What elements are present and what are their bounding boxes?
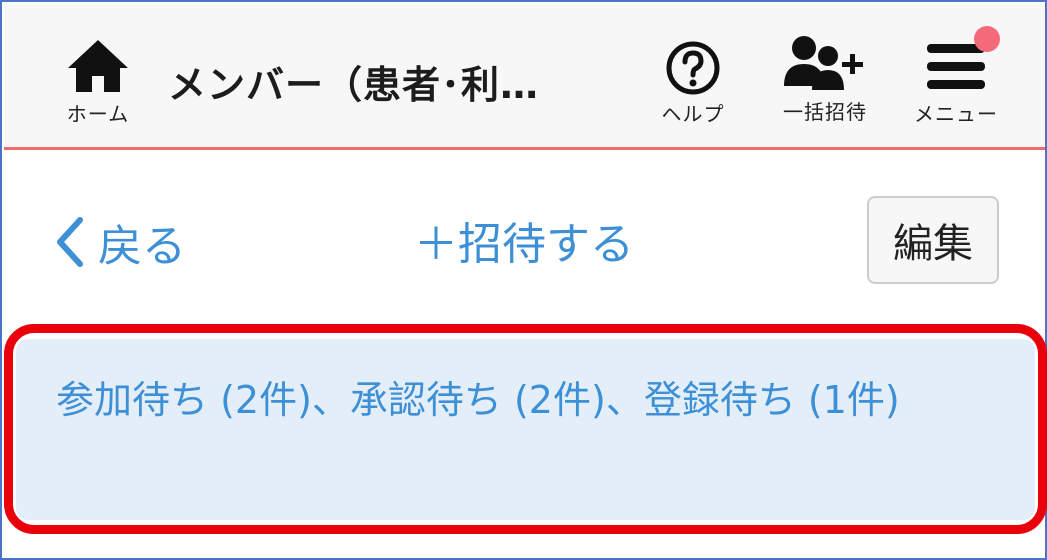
help-label: ヘルプ bbox=[661, 102, 725, 126]
app-frame: ホーム メンバー（患者･利… ヘルプ 一括招待 メニュー 戻る ＋招待する 編集… bbox=[0, 0, 1047, 560]
bulk-invite-button[interactable]: 一括招待 bbox=[770, 34, 880, 125]
edit-button[interactable]: 編集 bbox=[867, 196, 999, 284]
bulk-invite-label: 一括招待 bbox=[783, 100, 867, 124]
help-button[interactable]: ヘルプ bbox=[652, 40, 734, 127]
back-button[interactable]: 戻る bbox=[54, 210, 186, 274]
page-title: メンバー（患者･利… bbox=[168, 63, 540, 107]
invite-button[interactable]: ＋招待する bbox=[414, 208, 634, 272]
back-label: 戻る bbox=[98, 221, 186, 272]
home-label: ホーム bbox=[66, 102, 130, 126]
notification-badge bbox=[974, 26, 1000, 52]
help-circle-icon bbox=[666, 41, 720, 95]
menu-label: メニュー bbox=[914, 102, 998, 126]
home-button[interactable]: ホーム bbox=[56, 38, 140, 127]
highlight-outline bbox=[4, 324, 1047, 534]
add-users-icon bbox=[784, 36, 863, 90]
menu-button[interactable]: メニュー bbox=[904, 38, 1008, 127]
home-icon bbox=[68, 40, 128, 92]
chevron-left-icon bbox=[57, 217, 83, 267]
